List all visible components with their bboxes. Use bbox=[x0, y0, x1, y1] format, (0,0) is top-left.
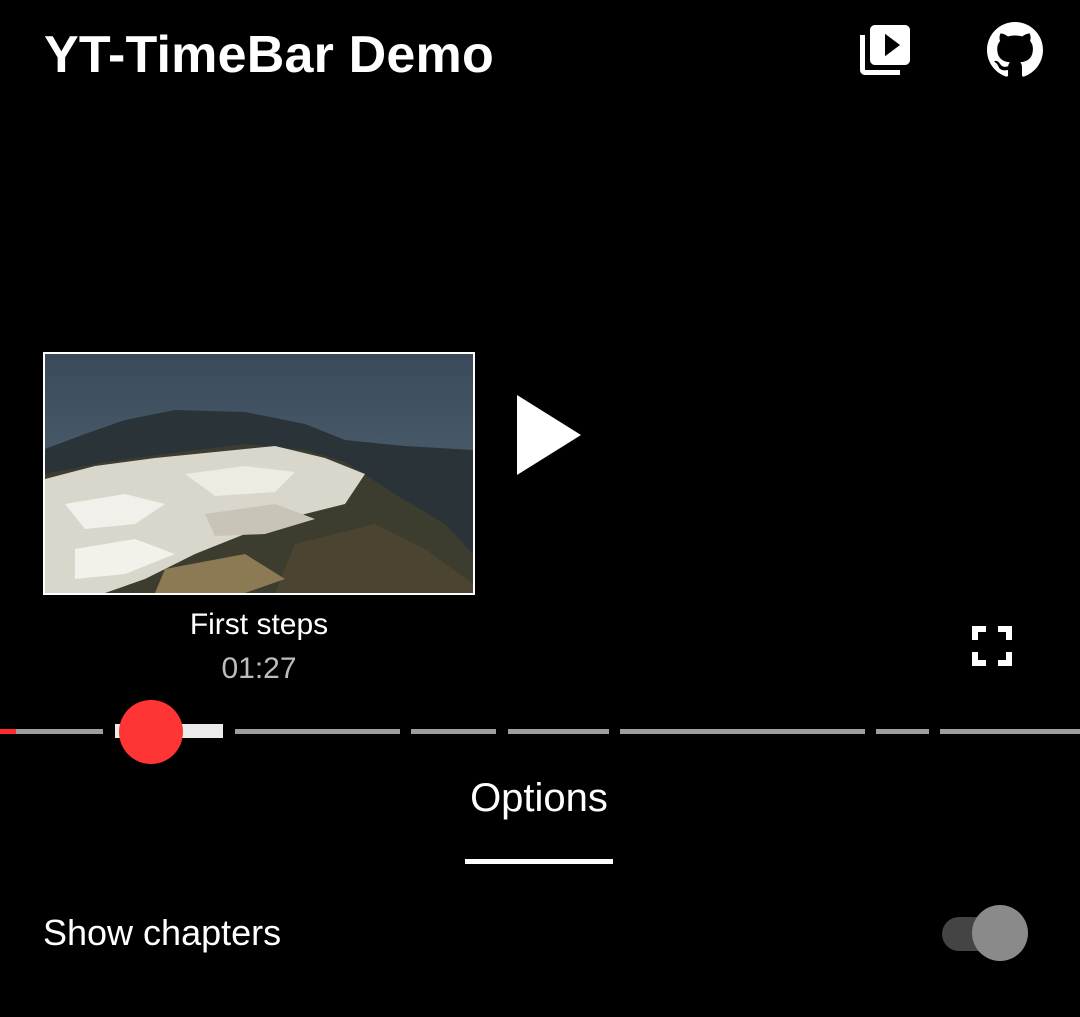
timebar-chapter-segment bbox=[235, 729, 400, 734]
preview-chapter-title: First steps bbox=[189, 608, 329, 641]
app-title: YT-TimeBar Demo bbox=[44, 26, 494, 84]
tab-options-label: Options bbox=[470, 776, 608, 820]
play-button[interactable] bbox=[505, 385, 595, 485]
preview-time: 01:27 bbox=[221, 652, 297, 685]
show-chapters-label: Show chapters bbox=[43, 912, 282, 953]
timebar-chapter-segment bbox=[508, 729, 609, 734]
fullscreen-icon bbox=[972, 626, 1012, 666]
tab-selected-indicator bbox=[465, 859, 613, 864]
fullscreen-button[interactable] bbox=[960, 614, 1024, 678]
playlist-button[interactable] bbox=[850, 18, 920, 82]
timebar-chapter-segment bbox=[876, 729, 929, 734]
timebar-played-progress bbox=[0, 729, 16, 734]
github-button[interactable] bbox=[980, 18, 1050, 82]
timebar-scrubber[interactable] bbox=[119, 700, 183, 764]
play-icon bbox=[517, 395, 581, 475]
timebar-chapter-segment bbox=[620, 729, 865, 734]
timebar[interactable] bbox=[0, 700, 1080, 764]
preview-thumbnail bbox=[43, 352, 475, 595]
timebar-chapter-segment bbox=[411, 729, 496, 734]
show-chapters-switch[interactable] bbox=[940, 903, 1032, 963]
video-library-icon bbox=[860, 25, 910, 75]
github-icon bbox=[987, 22, 1043, 77]
tab-options[interactable]: Options bbox=[465, 772, 613, 864]
timebar-chapter-segment bbox=[940, 729, 1080, 734]
switch-thumb bbox=[972, 905, 1028, 961]
